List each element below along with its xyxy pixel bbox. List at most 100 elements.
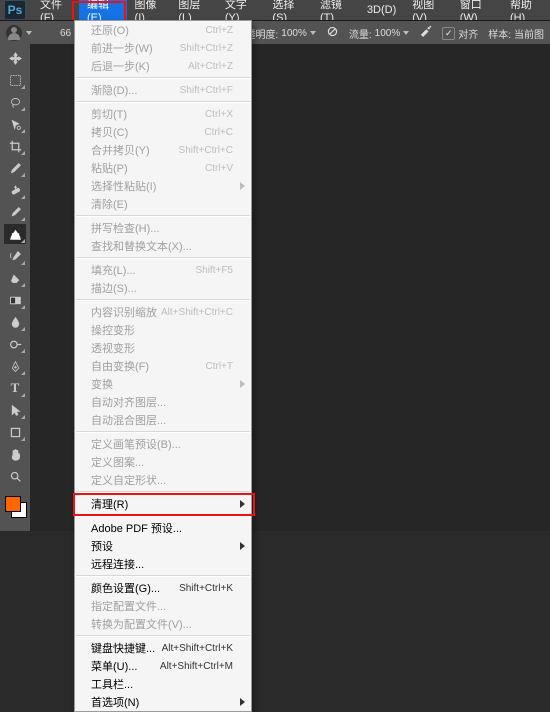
hand-tool[interactable] — [4, 444, 26, 464]
sample-control[interactable]: 样本: 当前图 — [488, 26, 544, 41]
blur-tool[interactable] — [4, 312, 26, 332]
menu-item: 查找和替换文本(X)... — [75, 237, 251, 255]
eraser-tool[interactable] — [4, 268, 26, 288]
menu-item: 定义图案... — [75, 453, 251, 471]
menu-item-label: 操控变形 — [91, 322, 135, 338]
shape-tool[interactable] — [4, 422, 26, 442]
menu-item[interactable]: 清理(R) — [75, 495, 251, 513]
menu-separator — [76, 257, 250, 259]
menu-item-shortcut: Alt+Ctrl+Z — [188, 61, 233, 72]
menu-item: 合并拷贝(Y)Shift+Ctrl+C — [75, 141, 251, 159]
menu-item-label: 自动混合图层... — [91, 412, 166, 428]
submenu-arrow-icon — [240, 182, 245, 190]
menubar-item[interactable]: 图层(L) — [170, 0, 216, 20]
menu-item[interactable]: 键盘快捷键...Alt+Shift+Ctrl+K — [75, 639, 251, 657]
menu-item: 操控变形 — [75, 321, 251, 339]
menu-item-label: 透视变形 — [91, 340, 135, 356]
history-brush-tool[interactable] — [4, 246, 26, 266]
aligned-label: 对齐 — [458, 26, 478, 41]
sample-value: 当前图 — [514, 26, 544, 41]
menu-item-shortcut: Ctrl+C — [204, 127, 233, 138]
menu-item-label: 后退一步(K) — [91, 58, 150, 74]
menu-separator — [76, 515, 250, 517]
menubar-item[interactable]: 图像(I) — [127, 0, 171, 20]
menubar-item[interactable]: 帮助(H) — [502, 0, 550, 20]
menu-item-label: 键盘快捷键... — [91, 640, 155, 656]
menubar-item[interactable]: 3D(D) — [359, 0, 404, 20]
clone-stamp-tool[interactable] — [4, 224, 26, 244]
app-logo: Ps — [4, 0, 26, 20]
menubar-item[interactable]: 滤镜(T) — [312, 0, 359, 20]
menu-item-label: 前进一步(W) — [91, 40, 153, 56]
crop-tool[interactable] — [4, 136, 26, 156]
dodge-tool[interactable] — [4, 334, 26, 354]
menu-item-label: 预设 — [91, 538, 113, 554]
lasso-tool[interactable] — [4, 92, 26, 112]
menu-separator — [76, 101, 250, 103]
tool-preset-icon[interactable] — [6, 25, 22, 41]
type-tool[interactable]: T — [4, 378, 26, 398]
tools-panel: T — [0, 44, 30, 531]
fg-color-swatch[interactable] — [5, 496, 21, 512]
pen-tool[interactable] — [4, 356, 26, 376]
submenu-arrow-icon — [240, 542, 245, 550]
menu-item[interactable]: 首选项(N) — [75, 693, 251, 711]
menu-item: 前进一步(W) Shift+Ctrl+Z — [75, 39, 251, 57]
menu-separator — [76, 635, 250, 637]
menu-separator — [76, 299, 250, 301]
menu-item-shortcut: Ctrl+Z — [206, 25, 234, 36]
flow-control[interactable]: 流量: 100% — [349, 26, 409, 41]
brush-size-value[interactable]: 66 — [60, 28, 71, 39]
opacity-value: 100% — [281, 28, 307, 39]
menubar-item[interactable]: 文件(F) — [32, 0, 79, 20]
quick-select-tool[interactable] — [4, 114, 26, 134]
menubar-item[interactable]: 选择(S) — [264, 0, 312, 20]
menubar-item[interactable]: 编辑(E) — [79, 0, 127, 20]
chevron-down-icon[interactable] — [26, 31, 32, 35]
menu-item: 定义自定形状... — [75, 471, 251, 489]
menu-item-shortcut: Shift+Ctrl+C — [179, 145, 233, 156]
menu-item-label: 颜色设置(G)... — [91, 580, 160, 596]
menu-item[interactable]: 菜单(U)...Alt+Shift+Ctrl+M — [75, 657, 251, 675]
menu-item-label: 变换 — [91, 376, 113, 392]
menu-separator — [76, 77, 250, 79]
aligned-checkbox[interactable]: ✓ 对齐 — [442, 26, 478, 41]
menu-item[interactable]: 工具栏... — [75, 675, 251, 693]
chevron-down-icon — [310, 31, 316, 35]
brush-tool[interactable] — [4, 202, 26, 222]
menubar-item[interactable]: 视图(V) — [404, 0, 452, 20]
color-swatches[interactable] — [3, 494, 27, 518]
menubar-item[interactable]: 文字(Y) — [217, 0, 265, 20]
menu-item-label: 选择性粘贴(I) — [91, 178, 156, 194]
menu-item[interactable]: 远程连接... — [75, 555, 251, 573]
zoom-tool[interactable] — [4, 466, 26, 486]
menu-item-shortcut: Shift+Ctrl+K — [179, 583, 233, 594]
move-tool[interactable] — [4, 48, 26, 68]
menu-item-label: 拼写检查(H)... — [91, 220, 159, 236]
menu-item-shortcut: Shift+Ctrl+Z — [180, 43, 233, 54]
menu-item[interactable]: 颜色设置(G)... Shift+Ctrl+K — [75, 579, 251, 597]
menu-item[interactable]: Adobe PDF 预设... — [75, 519, 251, 537]
healing-brush-tool[interactable] — [4, 180, 26, 200]
marquee-tool[interactable] — [4, 70, 26, 90]
menu-item: 转换为配置文件(V)... — [75, 615, 251, 633]
eyedropper-tool[interactable] — [4, 158, 26, 178]
airbrush-icon[interactable] — [419, 25, 432, 41]
menu-item-label: 指定配置文件... — [91, 598, 166, 614]
menu-item-label: Adobe PDF 预设... — [91, 520, 182, 536]
gradient-tool[interactable] — [4, 290, 26, 310]
menu-item[interactable]: 预设 — [75, 537, 251, 555]
menu-item-label: 渐隐(D)... — [91, 82, 137, 98]
menu-item-shortcut: Ctrl+X — [205, 109, 233, 120]
menu-item-label: 远程连接... — [91, 556, 144, 572]
pressure-opacity-icon[interactable] — [326, 25, 339, 41]
path-select-tool[interactable] — [4, 400, 26, 420]
flow-value: 100% — [375, 28, 401, 39]
menu-item: 指定配置文件... — [75, 597, 251, 615]
menubar-item[interactable]: 窗口(W) — [452, 0, 502, 20]
menu-item-label: 定义画笔预设(B)... — [91, 436, 181, 452]
menu-item: 自动对齐图层... — [75, 393, 251, 411]
menu-item-label: 清理(R) — [91, 496, 128, 512]
menu-item-shortcut: Shift+Ctrl+F — [180, 85, 233, 96]
menu-item: 定义画笔预设(B)... — [75, 435, 251, 453]
